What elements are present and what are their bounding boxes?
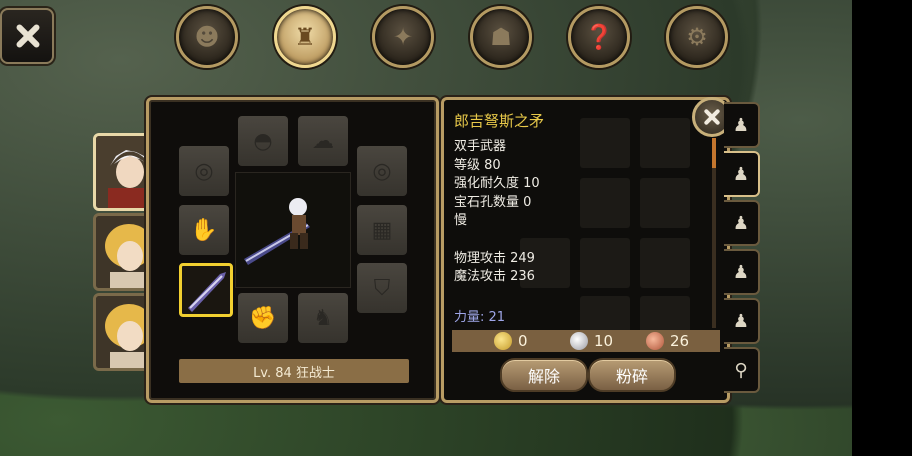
bag-tab-search[interactable]: ⚲: [724, 347, 760, 393]
gauntlet-icon: ✋: [190, 217, 218, 243]
boots-icon: ♞: [313, 305, 333, 331]
search-bag-icon: ⚲: [734, 359, 748, 381]
slot-boots[interactable]: ♞: [298, 293, 348, 343]
close-menu-button[interactable]: [0, 8, 54, 64]
bag-tab-2[interactable]: ♟: [724, 151, 760, 197]
bag-icon: ♟: [732, 212, 750, 234]
slot-glove-left[interactable]: ✋: [179, 205, 229, 255]
tab-settings[interactable]: ⚙: [666, 6, 728, 68]
character-sprite: [244, 198, 310, 265]
stat-line: 物理攻击 249: [454, 250, 535, 266]
power-requirement: 力量: 21: [454, 310, 506, 325]
unequip-button[interactable]: 解除: [500, 358, 588, 392]
side-black-bar: [852, 0, 912, 456]
slot-weapon[interactable]: [179, 263, 233, 317]
bag-icon: ♜: [294, 23, 316, 51]
bag-icon: ♟: [732, 310, 750, 332]
helmet-icon: ◓: [253, 128, 273, 154]
inventory-cell: [580, 178, 630, 228]
inventory-cell: [640, 118, 690, 168]
item-name: 郎吉弩斯之矛: [454, 112, 545, 130]
slot-armor[interactable]: ▦: [357, 205, 407, 255]
character-level-label: Lv. 84 狂战士: [179, 359, 409, 383]
character-preview: [235, 172, 351, 288]
gold-coin-icon: [494, 332, 512, 350]
tab-skills[interactable]: ✦: [372, 6, 434, 68]
tab-party[interactable]: ☗: [470, 6, 532, 68]
stat-line: 慢: [454, 213, 468, 229]
tab-character[interactable]: ☻: [176, 6, 238, 68]
stat-line: 强化耐久度 10: [454, 176, 540, 192]
slot-helmet[interactable]: ◓: [238, 116, 288, 166]
inventory-cell: [640, 238, 690, 288]
silver-amount: 10: [570, 332, 613, 350]
bag-icon: ♟: [732, 163, 750, 185]
inventory-cell: [580, 118, 630, 168]
scrollbar-thumb[interactable]: [712, 138, 716, 168]
tab-inventory[interactable]: ♜: [274, 6, 336, 68]
ring-icon: ◎: [372, 158, 392, 184]
slot-glove[interactable]: ✊: [238, 293, 288, 343]
scroll-icon: ❓: [584, 23, 614, 51]
inventory-cell: [640, 178, 690, 228]
stat-line: 双手武器: [454, 139, 507, 154]
stat-line: 宝石孔数量 0: [454, 194, 532, 210]
head-icon: ☻: [194, 23, 220, 51]
copper-amount: 26: [646, 332, 689, 350]
bag-tab-5[interactable]: ♟: [724, 298, 760, 344]
equipment-panel: ◎ ✋ ◓ ☁ ◎ ▦ ⛉ ✊ ♞ Lv. 84 狂战士: [146, 97, 439, 403]
bag-tab-1[interactable]: ♟: [724, 102, 760, 148]
party-icon: ☗: [490, 23, 512, 51]
sword-compass-icon: ✦: [392, 23, 414, 51]
smash-button[interactable]: 粉碎: [588, 358, 676, 392]
inventory-cell: [580, 238, 630, 288]
copper-coin-icon: [646, 332, 664, 350]
spear-icon: [188, 272, 226, 312]
glove-icon: ✊: [249, 305, 277, 331]
top-tab-bar: ☻ ♜ ✦ ☗ ❓ ⚙: [176, 6, 736, 68]
tab-quests[interactable]: ❓: [568, 6, 630, 68]
slot-shield[interactable]: ⛉: [357, 263, 407, 313]
bag-icon: ♟: [732, 114, 750, 136]
silver-value: 10: [594, 332, 614, 350]
bag-tab-3[interactable]: ♟: [724, 200, 760, 246]
item-detail-panel: 郎吉弩斯之矛 双手武器 等级 80 强化耐久度 10 宝石孔数量 0 慢 物理攻…: [441, 97, 730, 403]
gold-value: 0: [518, 332, 528, 350]
bag-tab-4[interactable]: ♟: [724, 249, 760, 295]
slot-ring-left[interactable]: ◎: [179, 146, 229, 196]
shield-icon: ⛉: [373, 275, 391, 301]
stat-line: [454, 231, 540, 250]
stat-line: 等级 80: [454, 157, 501, 173]
ring-icon: ◎: [194, 158, 214, 184]
cape-icon: ☁: [312, 128, 334, 154]
gear-icon: ⚙: [686, 23, 708, 51]
close-icon: [703, 108, 721, 126]
item-stats: 双手武器 等级 80 强化耐久度 10 宝石孔数量 0 慢 物理攻击 249 魔…: [454, 138, 540, 287]
armor-icon: ▦: [371, 217, 393, 243]
slot-cape[interactable]: ☁: [298, 116, 348, 166]
gold-amount: 0: [494, 332, 528, 350]
copper-value: 26: [670, 332, 690, 350]
currency-bar: 0 10 26: [452, 330, 720, 352]
slot-ring-right[interactable]: ◎: [357, 146, 407, 196]
close-icon: [14, 23, 40, 49]
bag-icon: ♟: [732, 261, 750, 283]
stat-line: 魔法攻击 236: [454, 269, 535, 285]
silver-coin-icon: [570, 332, 588, 350]
